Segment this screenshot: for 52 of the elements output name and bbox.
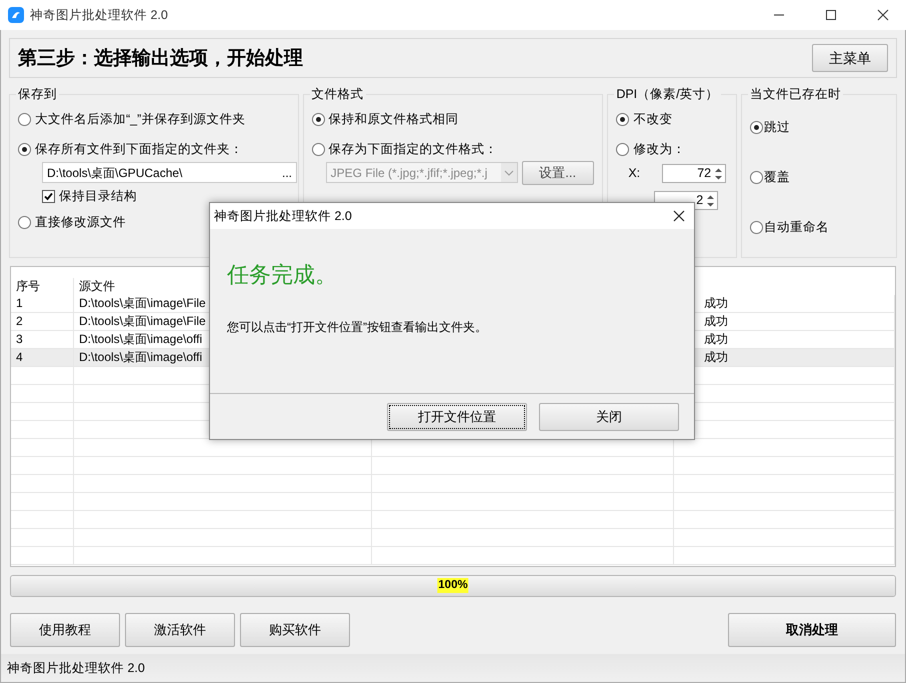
number-field[interactable]: 72 <box>662 164 726 183</box>
field-value: 2 <box>696 192 704 210</box>
maximize-icon[interactable] <box>825 9 837 21</box>
window-title: 神奇图片批处理软件 2.0 <box>30 6 169 24</box>
spin-arrows-icon[interactable] <box>715 168 722 180</box>
table-cell: 2 <box>11 313 74 330</box>
x-label: X: <box>628 165 640 182</box>
column-header[interactable]: 序号 <box>11 278 74 295</box>
radio-button[interactable] <box>616 142 630 156</box>
radio-label: 不改变 <box>633 110 672 128</box>
action-button[interactable]: 激活软件 <box>125 613 235 647</box>
table-cell: 1 <box>11 295 74 312</box>
radio-label: 大文件名后添加“_”并保存到源文件夹 <box>35 110 246 128</box>
close-icon[interactable] <box>673 210 685 222</box>
radio-label: 直接修改源文件 <box>35 214 126 231</box>
dialog-heading: 任务完成。 <box>227 262 338 290</box>
app-icon <box>8 7 24 23</box>
radio-button[interactable] <box>18 216 31 228</box>
dialog-button[interactable]: 关闭 <box>539 402 679 430</box>
table-cell: 3 <box>11 331 74 348</box>
group-title: 保存到 <box>16 86 59 102</box>
radio-button[interactable] <box>750 220 764 234</box>
radio-button[interactable] <box>18 142 31 156</box>
radio-button[interactable] <box>18 112 31 126</box>
radio-button[interactable] <box>750 120 764 134</box>
close-icon[interactable] <box>877 9 889 21</box>
field-value: 72 <box>697 165 712 182</box>
action-button[interactable]: 购买软件 <box>240 613 350 647</box>
radio-label: 保持和原文件格式相同 <box>328 110 459 128</box>
radio-button[interactable] <box>750 170 764 184</box>
group-title: 当文件已存在时 <box>748 86 844 102</box>
action-button[interactable]: 使用教程 <box>10 613 120 647</box>
checkbox[interactable] <box>42 190 55 202</box>
radio-label: 跳过 <box>764 118 790 136</box>
radio-label: 覆盖 <box>764 168 790 186</box>
progress-label: 100% <box>437 578 469 593</box>
step-title: 第三步：选择输出选项，开始处理 <box>18 46 303 71</box>
dialog-title: 神奇图片批处理软件 2.0 <box>214 208 352 225</box>
cancel-button[interactable]: 取消处理 <box>728 613 896 647</box>
radio-label: 保存为下面指定的文件格式： <box>328 140 498 158</box>
folder-path: D:\tools\桌面\GPUCache\ <box>47 164 182 182</box>
browse-button[interactable]: ... <box>282 164 292 182</box>
radio-label: 自动重命名 <box>764 218 830 236</box>
table-cell: 4 <box>11 349 74 366</box>
checkbox-label: 保持目录结构 <box>59 188 137 205</box>
radio-label: 修改为： <box>633 140 686 158</box>
spin-arrows-icon[interactable] <box>707 194 714 206</box>
radio-button[interactable] <box>616 112 630 126</box>
dialog-button[interactable]: 打开文件位置 <box>387 402 527 430</box>
folder-field[interactable]: D:\tools\桌面\GPUCache\ ... <box>42 162 297 183</box>
main-menu-button[interactable]: 主菜单 <box>812 44 888 72</box>
radio-label: 保存所有文件到下面指定的文件夹： <box>35 140 243 158</box>
